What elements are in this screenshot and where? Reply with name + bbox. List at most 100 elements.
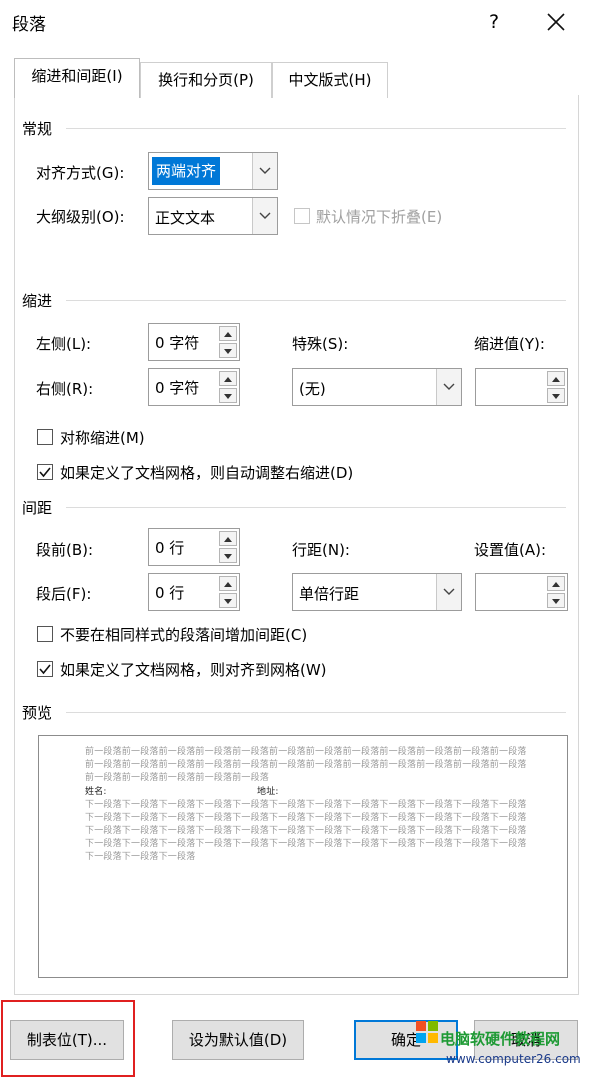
spin-down-button[interactable] xyxy=(219,343,237,358)
close-icon xyxy=(547,13,565,31)
preview-next-line: 下一段落下一段落下一段落下一段落下一段落下一段落下一段落下一段落下一段落下一段落… xyxy=(85,826,527,836)
auto-adjust-right-indent-label: 如果定义了文档网格，则自动调整右缩进(D) xyxy=(60,464,354,482)
tab-indents-spacing[interactable]: 缩进和间距(I) xyxy=(14,58,140,98)
by-spinner[interactable] xyxy=(475,368,568,406)
triangle-down-icon xyxy=(552,599,560,604)
left-indent-value: 0 字符 xyxy=(155,334,200,352)
right-indent-value: 0 字符 xyxy=(155,379,200,397)
tab-label: 换行和分页(P) xyxy=(158,71,254,89)
chevron-down-icon xyxy=(259,167,271,174)
watermark-url: www.computer26.com xyxy=(446,1052,581,1066)
chevron-down-icon xyxy=(443,383,455,390)
space-after-spinner[interactable]: 0 行 xyxy=(148,573,240,611)
special-combo[interactable]: (无) xyxy=(292,368,462,406)
line-spacing-combo[interactable]: 单倍行距 xyxy=(292,573,462,611)
set-as-default-button[interactable]: 设为默认值(D) xyxy=(172,1020,304,1060)
line-spacing-label: 行距(N): xyxy=(292,541,350,559)
spin-down-button[interactable] xyxy=(219,548,237,563)
by-label: 缩进值(Y): xyxy=(474,335,545,353)
general-separator xyxy=(66,128,566,129)
space-before-value: 0 行 xyxy=(155,539,185,557)
mirror-indent-checkbox[interactable] xyxy=(37,429,53,445)
at-label: 设置值(A): xyxy=(474,541,547,559)
spin-up-button[interactable] xyxy=(547,371,565,386)
spin-down-button[interactable] xyxy=(219,593,237,608)
windows-logo-icon xyxy=(415,1020,439,1044)
spacing-separator xyxy=(66,507,566,508)
no-space-same-style-label: 不要在相同样式的段落间增加间距(C) xyxy=(60,626,308,644)
right-indent-label: 右侧(R): xyxy=(36,380,94,398)
preview-sample-address: 地址: xyxy=(257,787,279,797)
close-button[interactable] xyxy=(538,6,574,38)
triangle-up-icon xyxy=(224,332,232,337)
preview-next-line: 下一段落下一段落下一段落 xyxy=(85,852,196,862)
checkmark-icon xyxy=(39,467,51,478)
left-indent-spinner[interactable]: 0 字符 xyxy=(148,323,240,361)
outline-value: 正文文本 xyxy=(155,209,216,227)
tab-label: 中文版式(H) xyxy=(288,71,372,89)
spin-up-button[interactable] xyxy=(219,371,237,386)
general-group-title: 常规 xyxy=(22,120,53,138)
triangle-up-icon xyxy=(224,377,232,382)
space-before-spinner[interactable]: 0 行 xyxy=(148,528,240,566)
left-indent-label: 左侧(L): xyxy=(36,335,92,353)
highlight-box xyxy=(1,1000,135,1077)
preview-separator xyxy=(66,712,566,713)
spin-up-button[interactable] xyxy=(219,531,237,546)
help-button[interactable]: ? xyxy=(480,6,508,38)
special-value: (无) xyxy=(299,380,326,398)
tab-asian-typography[interactable]: 中文版式(H) xyxy=(272,62,388,98)
spin-down-button[interactable] xyxy=(547,388,565,403)
collapse-label: 默认情况下折叠(E) xyxy=(316,208,443,226)
tab-label: 缩进和间距(I) xyxy=(31,67,123,85)
line-spacing-value: 单倍行距 xyxy=(299,585,360,603)
outline-label: 大纲级别(O): xyxy=(36,208,125,226)
special-label: 特殊(S): xyxy=(292,335,349,353)
space-before-label: 段前(B): xyxy=(36,541,94,559)
spin-down-button[interactable] xyxy=(547,593,565,608)
no-space-same-style-checkbox[interactable] xyxy=(37,626,53,642)
alignment-label: 对齐方式(G): xyxy=(36,164,125,182)
preview-prev-line: 前一段落前一段落前一段落前一段落前一段落前一段落前一段落前一段落前一段落前一段落… xyxy=(85,760,527,770)
triangle-up-icon xyxy=(552,582,560,587)
special-dropdown[interactable] xyxy=(436,369,461,405)
triangle-up-icon xyxy=(552,377,560,382)
checkmark-icon xyxy=(39,664,51,675)
space-after-label: 段后(F): xyxy=(36,585,92,603)
preview-group-title: 预览 xyxy=(22,704,53,722)
outline-dropdown[interactable] xyxy=(252,198,277,234)
alignment-dropdown[interactable] xyxy=(252,153,277,189)
spin-up-button[interactable] xyxy=(219,576,237,591)
triangle-up-icon xyxy=(224,537,232,542)
line-spacing-dropdown[interactable] xyxy=(436,574,461,610)
watermark-text: 电脑软硬件教程网 xyxy=(440,1030,561,1048)
dialog-title: 段落 xyxy=(12,15,46,35)
collapse-checkbox[interactable] xyxy=(294,208,310,224)
preview-prev-line: 前一段落前一段落前一段落前一段落前一段落 xyxy=(85,773,270,783)
spacing-group-title: 间距 xyxy=(22,499,53,517)
preview-next-line: 下一段落下一段落下一段落下一段落下一段落下一段落下一段落下一段落下一段落下一段落… xyxy=(85,800,527,810)
space-after-value: 0 行 xyxy=(155,584,185,602)
snap-to-grid-checkbox[interactable] xyxy=(37,661,53,677)
right-indent-spinner[interactable]: 0 字符 xyxy=(148,368,240,406)
triangle-down-icon xyxy=(224,599,232,604)
triangle-down-icon xyxy=(224,554,232,559)
triangle-down-icon xyxy=(224,349,232,354)
alignment-combo[interactable]: 两端对齐 xyxy=(148,152,278,190)
preview-sample-name: 姓名: xyxy=(85,787,107,797)
preview-next-line: 下一段落下一段落下一段落下一段落下一段落下一段落下一段落下一段落下一段落下一段落… xyxy=(85,813,527,823)
outline-combo[interactable]: 正文文本 xyxy=(148,197,278,235)
at-spinner[interactable] xyxy=(475,573,568,611)
auto-adjust-right-indent-checkbox[interactable] xyxy=(37,464,53,480)
indent-separator xyxy=(66,300,566,301)
spin-up-button[interactable] xyxy=(219,326,237,341)
triangle-down-icon xyxy=(224,394,232,399)
spin-up-button[interactable] xyxy=(547,576,565,591)
chevron-down-icon xyxy=(443,588,455,595)
preview-prev-line: 前一段落前一段落前一段落前一段落前一段落前一段落前一段落前一段落前一段落前一段落… xyxy=(85,747,527,757)
spin-down-button[interactable] xyxy=(219,388,237,403)
alignment-value: 两端对齐 xyxy=(152,157,221,185)
chevron-down-icon xyxy=(259,212,271,219)
tab-line-page-breaks[interactable]: 换行和分页(P) xyxy=(140,62,272,98)
triangle-down-icon xyxy=(552,394,560,399)
